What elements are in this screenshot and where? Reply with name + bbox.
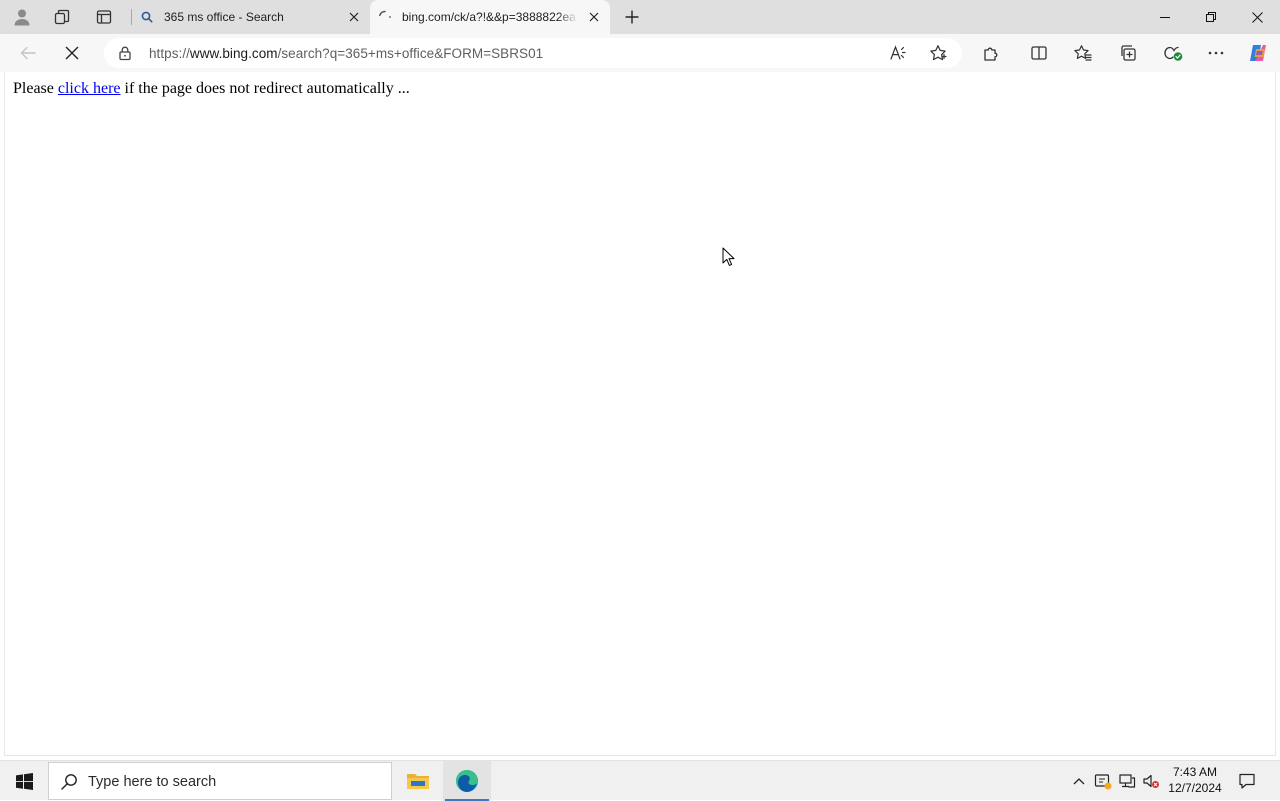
windows-logo-icon <box>15 772 33 790</box>
search-placeholder: Type here to search <box>88 774 217 790</box>
extensions-button[interactable] <box>976 38 1006 68</box>
more-icon <box>1208 51 1224 55</box>
show-hidden-icons-button[interactable] <box>1068 761 1090 801</box>
plus-icon <box>625 10 639 24</box>
start-button[interactable] <box>0 761 48 801</box>
click-here-link[interactable]: click here <box>58 80 121 97</box>
read-aloud-button[interactable] <box>887 42 909 64</box>
workspaces-button[interactable] <box>47 3 77 31</box>
loading-spinner-icon <box>378 10 392 24</box>
message-prefix: Please <box>13 80 58 97</box>
favorites-icon <box>1074 44 1092 62</box>
address-bar[interactable]: https://www.bing.com/search?q=365+ms+off… <box>104 38 962 68</box>
volume-button[interactable] <box>1140 761 1162 801</box>
message-suffix: if the page does not redirect automatica… <box>120 80 410 97</box>
close-tab-icon[interactable] <box>346 9 362 25</box>
clock-time: 7:43 AM <box>1172 765 1218 779</box>
address-bar-url[interactable]: https://www.bing.com/search?q=365+ms+off… <box>149 46 543 61</box>
mouse-cursor-icon <box>722 247 736 267</box>
page-content: Please click here if the page does not r… <box>4 72 1276 756</box>
url-path: /search?q=365+ms+office&FORM=SBRS01 <box>277 46 544 61</box>
minimize-icon <box>1160 12 1170 22</box>
close-icon <box>1251 11 1263 23</box>
minimize-button[interactable] <box>1142 0 1188 34</box>
copilot-button[interactable] <box>1243 38 1273 68</box>
restore-icon <box>1206 12 1216 22</box>
collections-button[interactable] <box>1113 38 1143 68</box>
read-aloud-icon <box>889 44 907 62</box>
add-favorite-button[interactable] <box>927 42 949 64</box>
profile-icon <box>13 8 31 26</box>
edge-taskbar-button[interactable] <box>443 761 491 801</box>
split-screen-icon <box>1030 44 1048 62</box>
notifications-icon <box>1238 772 1256 790</box>
settings-more-button[interactable] <box>1201 38 1231 68</box>
stop-loading-icon <box>65 46 79 60</box>
redirect-message: Please click here if the page does not r… <box>13 80 410 98</box>
browser-essentials-icon <box>1163 44 1183 62</box>
close-tab-icon[interactable] <box>586 9 602 25</box>
url-host: www.bing.com <box>189 46 278 61</box>
restore-button[interactable] <box>1188 0 1234 34</box>
stop-loading-button[interactable] <box>57 38 87 68</box>
search-icon <box>140 10 154 24</box>
file-explorer-icon <box>406 771 430 791</box>
favorites-button[interactable] <box>1068 38 1098 68</box>
edge-icon <box>455 769 479 793</box>
action-center-button[interactable] <box>1232 761 1262 801</box>
extensions-icon <box>982 44 1000 62</box>
url-scheme: https:// <box>149 46 190 61</box>
tab-title: bing.com/ck/a?!&&p=3888822ea <box>402 10 576 24</box>
vertical-tabs-icon <box>95 8 113 26</box>
tray-app-button[interactable] <box>1092 761 1114 801</box>
file-explorer-button[interactable] <box>394 761 442 801</box>
tab-search[interactable]: 365 ms office - Search <box>132 0 370 34</box>
tab-actions-button[interactable] <box>89 3 119 31</box>
close-window-button[interactable] <box>1234 0 1280 34</box>
copilot-icon <box>1247 42 1269 64</box>
chevron-up-icon <box>1073 777 1085 785</box>
profile-button[interactable] <box>7 3 37 31</box>
tab-bing-redirect[interactable]: bing.com/ck/a?!&&p=3888822ea <box>370 0 610 34</box>
workspaces-icon <box>53 8 71 26</box>
network-button[interactable] <box>1116 761 1138 801</box>
tray-app-icon <box>1094 772 1112 790</box>
tab-strip: 365 ms office - Search bing.com/ck/a?!&&… <box>0 0 1280 34</box>
browser-essentials-button[interactable] <box>1158 38 1188 68</box>
taskbar-clock[interactable]: 7:43 AM 12/7/2024 <box>1160 764 1230 796</box>
collections-icon <box>1119 44 1137 62</box>
split-screen-button[interactable] <box>1024 38 1054 68</box>
tab-title: 365 ms office - Search <box>164 10 284 24</box>
new-tab-button[interactable] <box>618 3 646 31</box>
back-icon <box>19 44 37 62</box>
browser-toolbar: https://www.bing.com/search?q=365+ms+off… <box>0 34 1280 72</box>
network-icon <box>1118 772 1136 790</box>
search-icon <box>61 773 78 790</box>
clock-date: 12/7/2024 <box>1168 781 1222 795</box>
favorite-star-icon <box>929 44 947 62</box>
back-button[interactable] <box>13 38 43 68</box>
lock-icon[interactable] <box>117 45 133 61</box>
windows-taskbar: Type here to search 7:43 AM 12/7/2024 <box>0 760 1280 801</box>
taskbar-search-box[interactable]: Type here to search <box>48 762 392 800</box>
volume-muted-icon <box>1142 772 1160 790</box>
